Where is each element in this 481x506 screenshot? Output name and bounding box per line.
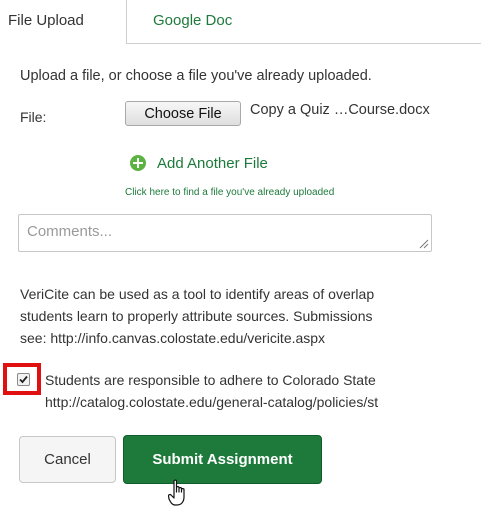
tab-divider <box>127 43 481 44</box>
checkmark-icon <box>19 375 28 384</box>
tab-file-upload[interactable]: File Upload <box>0 0 127 44</box>
plus-circle-icon <box>130 155 146 171</box>
terms-line: Students are responsible to adhere to Co… <box>45 372 376 388</box>
add-another-file-link[interactable]: Add Another File <box>130 152 268 174</box>
comments-input[interactable] <box>18 214 432 252</box>
vericite-line: students learn to properly attribute sou… <box>20 308 373 324</box>
submission-panel: File Upload Google Doc Upload a file, or… <box>0 0 481 506</box>
file-label: File: <box>20 109 47 125</box>
hand-pointer-icon <box>168 479 185 506</box>
submit-assignment-button[interactable]: Submit Assignment <box>123 435 322 484</box>
upload-instructions: Upload a file, or choose a file you've a… <box>20 68 372 84</box>
resize-grip-icon[interactable] <box>419 239 429 249</box>
choose-file-button[interactable]: Choose File <box>125 101 241 126</box>
tab-bar: File Upload Google Doc <box>0 0 481 44</box>
vericite-line: see: http://info.canvas.colostate.edu/ve… <box>20 330 326 346</box>
vericite-notice: VeriCite can be used as a tool to identi… <box>20 283 481 349</box>
terms-line: http://catalog.colostate.edu/general-cat… <box>45 394 379 410</box>
find-uploaded-file-link[interactable]: Click here to find a file you've already… <box>125 187 334 198</box>
add-another-file-label: Add Another File <box>157 154 268 172</box>
tab-google-doc[interactable]: Google Doc <box>153 0 232 42</box>
terms-checkbox[interactable] <box>17 373 30 386</box>
terms-statement: Students are responsible to adhere to Co… <box>45 369 481 413</box>
cancel-button[interactable]: Cancel <box>19 436 116 483</box>
vericite-line: VeriCite can be used as a tool to identi… <box>20 286 375 302</box>
chosen-file-name: Copy a Quiz …Course.docx <box>250 102 430 118</box>
